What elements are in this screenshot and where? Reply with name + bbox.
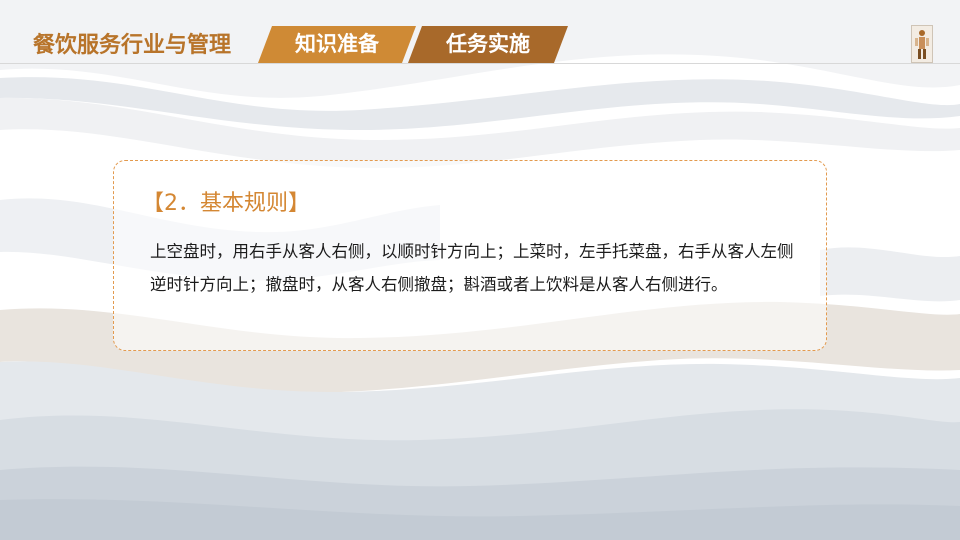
course-title: 餐饮服务行业与管理: [33, 33, 232, 58]
logo-figure-icon: [911, 25, 933, 63]
tab-task-implementation[interactable]: 任务实施: [408, 26, 568, 63]
card-title: 【2．基本规则】: [142, 191, 310, 216]
header-divider: [0, 63, 960, 64]
card-body: 上空盘时，用右手从客人右侧，以顺时针方向上；上菜时，左手托菜盘，右手从客人左侧逆…: [150, 242, 794, 294]
rule-card: 【2．基本规则】 上空盘时，用右手从客人右侧，以顺时针方向上；上菜时，左手托菜盘…: [113, 160, 827, 351]
tab-knowledge-prep[interactable]: 知识准备: [258, 26, 416, 63]
tab-label: 任务实施: [446, 32, 530, 56]
tab-label: 知识准备: [295, 32, 379, 56]
